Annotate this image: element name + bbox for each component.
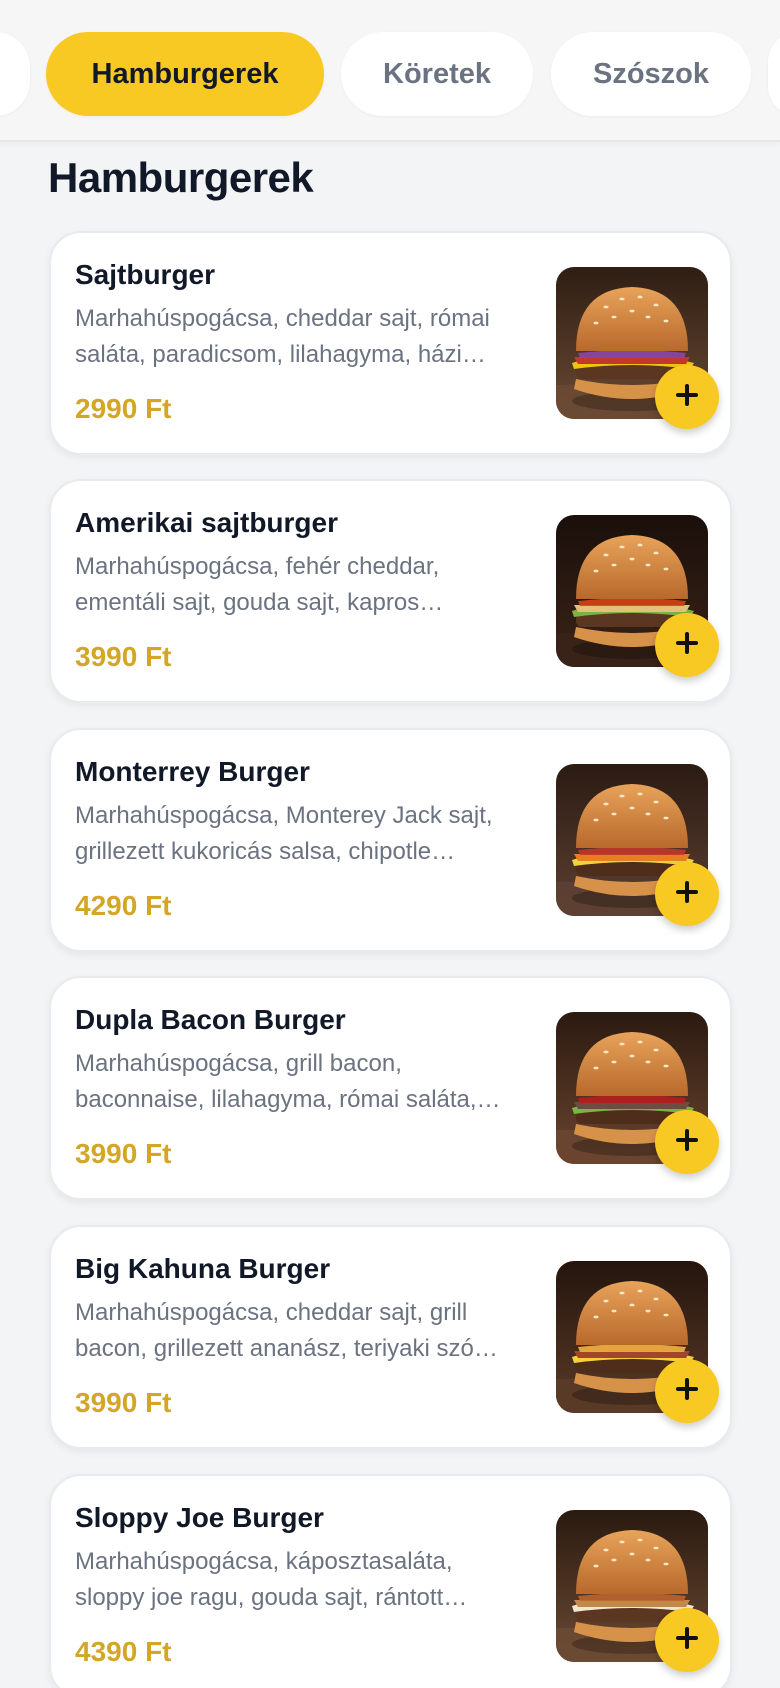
product-card[interactable]: Dupla Bacon Burger Marhahúspogácsa, gril… [49,976,732,1200]
product-price: 3990 Ft [75,641,172,672]
plus-icon [674,630,700,661]
product-price: 4290 Ft [75,890,172,921]
tab-koretek[interactable]: Köretek [341,32,533,116]
plus-icon [674,382,700,413]
add-to-cart-button[interactable] [655,365,719,429]
product-name: Big Kahuna Burger [75,1253,331,1284]
product-description: Marhahúspogácsa, káposztasaláta, sloppy … [75,1548,468,1611]
plus-icon [674,1127,700,1158]
add-to-cart-button[interactable] [655,1608,719,1672]
add-to-cart-button[interactable] [655,862,719,926]
tab-next-partial[interactable] [768,32,780,116]
product-price: 4390 Ft [75,1636,172,1667]
product-card[interactable]: Big Kahuna Burger Marhahúspogácsa, chedd… [49,1225,732,1449]
product-name: Amerikai sajtburger [75,507,338,538]
product-card[interactable]: Monterrey Burger Marhahúspogácsa, Monter… [49,728,732,952]
add-to-cart-button[interactable] [655,613,719,677]
product-name: Sajtburger [75,259,216,290]
product-description: Marhahúspogácsa, cheddar sajt, római sal… [75,305,490,368]
product-description: Marhahúspogácsa, Monterey Jack sajt, gri… [75,802,493,865]
plus-icon [674,1376,700,1407]
product-price: 3990 Ft [75,1138,172,1169]
product-name: Dupla Bacon Burger [75,1004,346,1035]
product-description: Marhahúspogácsa, grill bacon, baconnaise… [75,1050,501,1113]
tab-previous-partial[interactable] [0,32,30,116]
tab-hamburgerek[interactable]: Hamburgerek [46,32,324,116]
add-to-cart-button[interactable] [655,1359,719,1423]
product-card[interactable]: Amerikai sajtburger Marhahúspogácsa, feh… [49,479,732,703]
product-price: 3990 Ft [75,1387,172,1418]
product-description: Marhahúspogácsa, cheddar sajt, grill bac… [75,1299,498,1362]
section-title: Hamburgerek [48,154,314,201]
product-description: Marhahúspogácsa, fehér cheddar, ementáli… [75,553,444,616]
tab-szoszok[interactable]: Szószok [551,32,751,116]
plus-icon [674,879,700,910]
category-tab-bar: Hamburgerek Köretek Szószok [0,0,780,142]
product-name: Sloppy Joe Burger [75,1502,324,1533]
plus-icon [674,1625,700,1656]
product-card[interactable]: Sajtburger Marhahúspogácsa, cheddar sajt… [49,231,732,455]
add-to-cart-button[interactable] [655,1110,719,1174]
product-card[interactable]: Sloppy Joe Burger Marhahúspogácsa, kápos… [49,1474,732,1688]
product-price: 2990 Ft [75,393,172,424]
product-name: Monterrey Burger [75,756,310,787]
